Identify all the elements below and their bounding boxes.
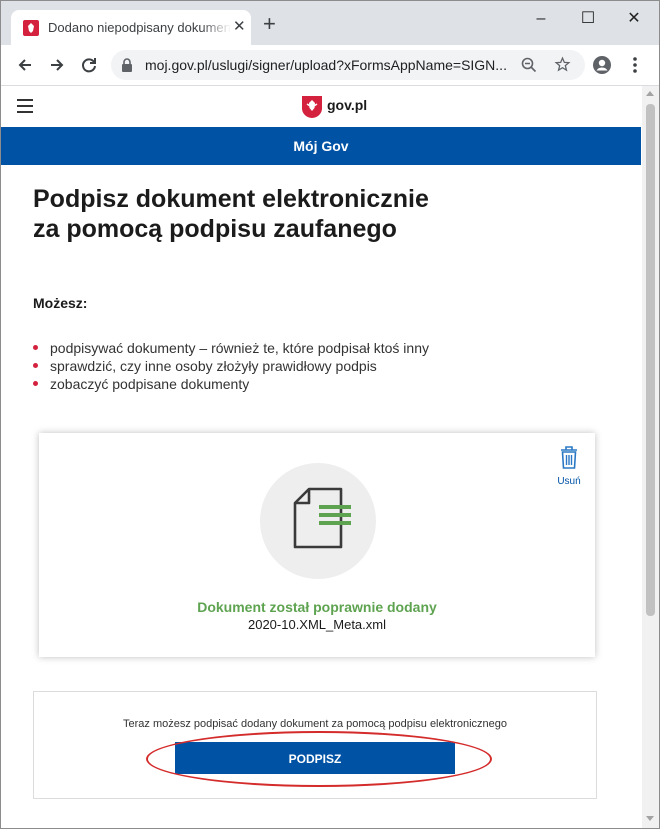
browser-toolbar: moj.gov.pl/uslugi/signer/upload?xFormsAp…	[1, 45, 659, 86]
service-banner: Mój Gov	[1, 127, 641, 165]
reload-icon[interactable]	[79, 55, 99, 75]
list-item: sprawdzić, czy inne osoby złożyły prawid…	[33, 357, 429, 375]
sign-section: Teraz możesz podpisać dodany dokument za…	[33, 691, 597, 799]
scrollbar-thumb[interactable]	[646, 104, 655, 616]
scroll-down-icon[interactable]	[646, 816, 654, 821]
gov-emblem-icon	[302, 96, 322, 119]
back-icon[interactable]	[15, 55, 35, 75]
delete-label: Usuń	[557, 476, 581, 487]
sign-button[interactable]: PODPISZ	[175, 742, 455, 774]
page-title-line1: Podpisz dokument elektronicznie	[33, 185, 429, 213]
delete-button[interactable]: Usuń	[555, 445, 583, 487]
gov-emblem-icon	[23, 20, 39, 36]
page-content: gov.pl Mój Gov Podpisz dokument elektron…	[1, 86, 641, 828]
lock-icon	[122, 58, 132, 72]
url-text[interactable]: moj.gov.pl/uslugi/signer/upload?xFormsAp…	[145, 57, 511, 73]
site-header: gov.pl	[1, 86, 641, 127]
address-bar[interactable]: moj.gov.pl/uslugi/signer/upload?xFormsAp…	[111, 50, 585, 80]
tab-close-icon[interactable]: ✕	[233, 18, 246, 36]
menu-icon[interactable]	[625, 55, 645, 75]
star-icon[interactable]	[554, 56, 571, 73]
document-card: Usuń Dokument został poprawnie dodany 20…	[39, 433, 595, 657]
profile-icon[interactable]	[592, 55, 612, 75]
document-icon-circle	[260, 463, 376, 579]
scroll-up-icon[interactable]	[646, 91, 654, 96]
list-item: zobaczyć podpisane dokumenty	[33, 375, 429, 393]
browser-window: Dodano niepodpisany dokument ✕ + – ☐ ✕ m…	[0, 0, 660, 829]
upload-success-message: Dokument został poprawnie dodany	[197, 599, 437, 615]
tab-strip: Dodano niepodpisany dokument ✕ + – ☐ ✕	[1, 1, 659, 45]
trash-icon	[561, 446, 577, 469]
hamburger-menu-icon[interactable]	[17, 99, 33, 113]
forward-icon[interactable]	[47, 55, 67, 75]
zoom-icon[interactable]	[521, 57, 537, 73]
browser-tab[interactable]: Dodano niepodpisany dokument ✕	[11, 10, 251, 45]
tab-title-fade	[201, 16, 231, 38]
document-filename: 2020-10.XML_Meta.xml	[247, 617, 386, 632]
page-title: Podpisz dokument elektronicznie za pomoc…	[33, 184, 593, 244]
sign-info-text: Teraz możesz podpisać dodany dokument za…	[122, 718, 507, 730]
new-tab-button[interactable]: +	[263, 13, 276, 35]
maximize-button[interactable]: ☐	[573, 10, 603, 28]
close-window-button[interactable]: ✕	[619, 10, 649, 28]
page-scrollbar[interactable]	[642, 86, 659, 828]
logo-text: gov.pl	[327, 97, 368, 113]
can-label: Możesz:	[33, 295, 88, 311]
gov-logo[interactable]: gov.pl	[301, 95, 367, 119]
features-list: podpisywać dokumenty – również te, które…	[33, 339, 429, 393]
list-item: podpisywać dokumenty – również te, które…	[33, 339, 429, 357]
document-icon	[293, 487, 351, 549]
minimize-button[interactable]: –	[526, 10, 556, 28]
page-title-line2: za pomocą podpisu zaufanego	[33, 215, 397, 243]
